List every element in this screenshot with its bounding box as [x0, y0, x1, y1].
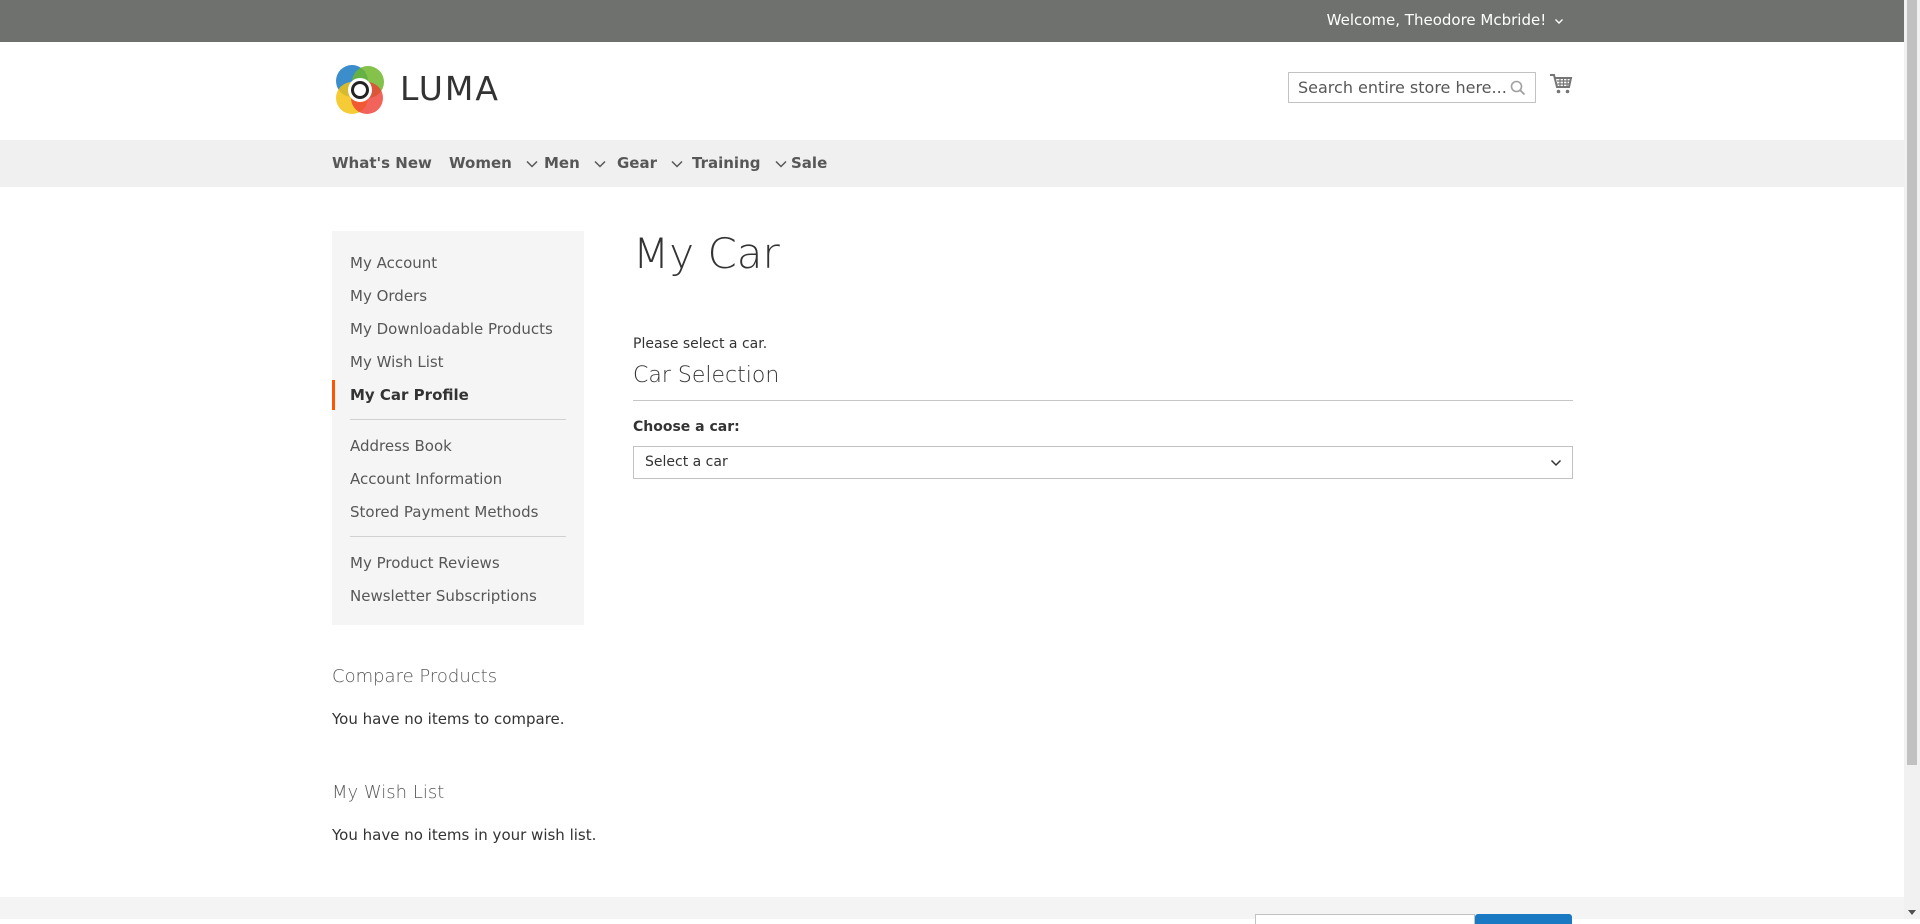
nav-item-label: Gear — [617, 154, 658, 172]
main-navigation: What's New Women Men Gear Training Sale — [0, 140, 1904, 187]
chevron-down-icon — [1550, 459, 1562, 467]
notice-text: Please select a car. — [633, 336, 768, 352]
subscribe-button[interactable] — [1475, 914, 1572, 924]
sidebar-item-wish-list[interactable]: My Wish List — [350, 352, 444, 372]
page-footer — [0, 897, 1904, 924]
cart-icon[interactable] — [1549, 72, 1573, 96]
customer-welcome-menu[interactable]: Welcome, Theodore Mcbride! — [1327, 11, 1564, 29]
compare-empty-text: You have no items to compare. — [332, 710, 565, 728]
account-navigation: My Account My Orders My Downloadable Pro… — [332, 231, 584, 625]
nav-item-label: What's New — [332, 154, 432, 172]
sidebar-divider — [350, 536, 566, 537]
nav-item-women[interactable]: Women — [449, 154, 538, 172]
sidebar-item-account-information[interactable]: Account Information — [350, 469, 502, 489]
logo-text: LUMA — [400, 69, 500, 108]
newsletter-input[interactable] — [1255, 914, 1475, 924]
search-box[interactable] — [1288, 72, 1536, 103]
nav-item-label: Training — [692, 154, 761, 172]
sidebar-item-my-account[interactable]: My Account — [350, 253, 437, 273]
nav-item-whats-new[interactable]: What's New — [332, 154, 432, 172]
nav-item-gear[interactable]: Gear — [617, 154, 683, 172]
legend-divider — [633, 400, 1573, 401]
chevron-down-icon — [594, 160, 606, 168]
car-select[interactable]: Select a car — [633, 446, 1573, 479]
top-panel: Welcome, Theodore Mcbride! — [0, 0, 1904, 42]
scrollbar-thumb[interactable] — [1907, 0, 1917, 765]
sidebar-item-downloadable-products[interactable]: My Downloadable Products — [350, 319, 553, 339]
sidebar-item-car-profile[interactable]: My Car Profile — [350, 385, 469, 405]
fieldset-legend: Car Selection — [633, 363, 780, 388]
wishlist-empty-text: You have no items in your wish list. — [332, 826, 597, 844]
nav-item-label: Women — [449, 154, 512, 172]
wishlist-title: My Wish List — [332, 782, 445, 803]
nav-item-label: Men — [544, 154, 580, 172]
nav-item-sale[interactable]: Sale — [791, 154, 827, 172]
chevron-down-icon — [1555, 18, 1563, 24]
nav-item-label: Sale — [791, 154, 828, 172]
scroll-down-arrow-icon[interactable] — [1908, 910, 1916, 915]
chevron-down-icon — [526, 160, 538, 168]
chevron-down-icon — [671, 160, 683, 168]
luma-logo-icon — [336, 65, 384, 114]
sidebar-item-my-orders[interactable]: My Orders — [350, 286, 427, 306]
sidebar-item-newsletter-subscriptions[interactable]: Newsletter Subscriptions — [350, 586, 537, 606]
chevron-down-icon — [775, 160, 787, 168]
page-title: My Car — [633, 229, 780, 278]
welcome-text: Welcome, Theodore Mcbride! — [1326, 11, 1547, 29]
nav-item-men[interactable]: Men — [544, 154, 606, 172]
search-icon[interactable] — [1509, 79, 1527, 97]
car-select-value: Select a car — [645, 454, 728, 470]
page-header: LUMA — [0, 42, 1904, 140]
store-logo[interactable]: LUMA — [332, 62, 502, 118]
car-select-label: Choose a car: — [633, 419, 740, 435]
sidebar-item-address-book[interactable]: Address Book — [350, 436, 452, 456]
sidebar-item-stored-payment-methods[interactable]: Stored Payment Methods — [350, 502, 538, 522]
vertical-scrollbar[interactable] — [1904, 0, 1920, 919]
sidebar-item-product-reviews[interactable]: My Product Reviews — [350, 553, 500, 573]
active-indicator — [332, 380, 335, 410]
search-input[interactable] — [1289, 73, 1508, 102]
sidebar-divider — [350, 419, 566, 420]
nav-item-training[interactable]: Training — [692, 154, 787, 172]
compare-products-title: Compare Products — [332, 666, 498, 687]
